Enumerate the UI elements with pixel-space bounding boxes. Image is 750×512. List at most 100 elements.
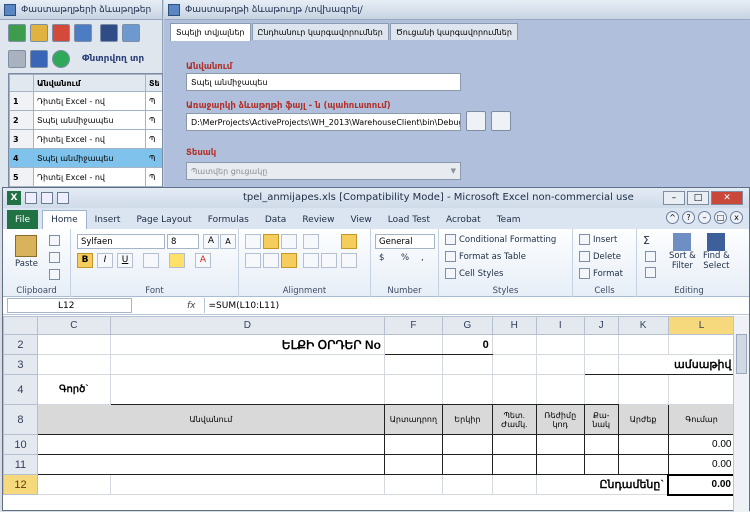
- total-label-cell[interactable]: Ընդամենը`: [535, 474, 669, 495]
- font-size-select[interactable]: 8: [167, 234, 199, 249]
- cell[interactable]: [535, 334, 585, 355]
- align-top-icon[interactable]: [245, 234, 261, 249]
- cut-icon[interactable]: [49, 235, 60, 246]
- maximize-icon[interactable]: □: [687, 191, 709, 205]
- path-input[interactable]: D:\MerProjects\ActiveProjects\WH_2013\Wa…: [186, 113, 461, 131]
- header-mode-cell[interactable]: Ռեժիմը կոդ: [535, 404, 585, 435]
- row-header[interactable]: 4: [3, 374, 38, 405]
- align-center-icon[interactable]: [263, 253, 279, 268]
- column-header[interactable]: C: [36, 316, 111, 335]
- cell[interactable]: [441, 354, 493, 375]
- cell[interactable]: [667, 374, 736, 405]
- cell[interactable]: [491, 354, 537, 375]
- bold-button[interactable]: B: [77, 253, 93, 268]
- insert-cells-button[interactable]: Insert: [579, 234, 617, 245]
- cell[interactable]: [383, 454, 443, 475]
- number-format-select[interactable]: General: [375, 234, 435, 249]
- header-term-cell[interactable]: Պետ. Ժամկ.: [491, 404, 537, 435]
- underline-button[interactable]: U: [117, 253, 133, 268]
- header-amount-cell[interactable]: Գումար: [667, 404, 736, 435]
- decrease-indent-icon[interactable]: [303, 253, 319, 268]
- row-header[interactable]: 8: [3, 404, 38, 435]
- tab-file[interactable]: File: [7, 210, 39, 229]
- table-row[interactable]: 3 Դիտել Excel - ով Պ: [9, 129, 162, 149]
- type-select[interactable]: Պատվեր ցուցակը ▼: [186, 162, 461, 180]
- save-icon[interactable]: [100, 24, 118, 42]
- fx-icon[interactable]: fx: [187, 301, 196, 311]
- restore-icon[interactable]: □: [714, 211, 727, 224]
- cell[interactable]: [383, 474, 443, 495]
- header-country-cell[interactable]: Երկիր: [441, 404, 493, 435]
- add-icon[interactable]: [8, 24, 26, 42]
- tab-home[interactable]: Home: [42, 210, 87, 229]
- shrink-font-icon[interactable]: A: [220, 234, 236, 249]
- cell[interactable]: [491, 454, 537, 475]
- vertical-scrollbar[interactable]: [733, 316, 749, 512]
- cell[interactable]: [36, 454, 385, 475]
- order-number-cell[interactable]: 0: [441, 334, 493, 355]
- total-cell-selected[interactable]: 0.00: [667, 473, 736, 496]
- currency-button[interactable]: $: [379, 253, 384, 263]
- close-icon[interactable]: x: [730, 211, 743, 224]
- cell[interactable]: [36, 334, 111, 355]
- cell[interactable]: [36, 434, 385, 455]
- format-as-table-button[interactable]: Format as Table: [445, 251, 526, 262]
- header-producer-cell[interactable]: Արտադրող: [383, 404, 443, 435]
- select-all[interactable]: [3, 316, 38, 335]
- wrap-text-icon[interactable]: [341, 234, 357, 249]
- fill-color-icon[interactable]: [169, 253, 185, 268]
- cell[interactable]: [383, 354, 443, 375]
- row-header[interactable]: 10: [3, 434, 38, 455]
- edit-icon[interactable]: [30, 24, 48, 42]
- font-color-icon[interactable]: A: [195, 253, 211, 268]
- column-header[interactable]: G: [441, 316, 493, 335]
- column-header[interactable]: F: [383, 316, 443, 335]
- order-title-cell[interactable]: ԵԼՔԻ ՕՐԴԵՐ No: [109, 334, 385, 355]
- merge-center-icon[interactable]: [341, 253, 357, 268]
- align-right-icon[interactable]: [281, 253, 297, 268]
- grow-font-icon[interactable]: A: [203, 234, 219, 249]
- align-left-icon[interactable]: [245, 253, 261, 268]
- redo-icon[interactable]: [57, 192, 69, 204]
- row-header-selected[interactable]: 12: [3, 474, 38, 495]
- table-row[interactable]: 1 Դիտել Excel - ով Պ: [9, 91, 162, 111]
- copy-icon[interactable]: [74, 24, 92, 42]
- header-name-cell[interactable]: Անվանում: [36, 404, 385, 435]
- tab-print-data[interactable]: Տպելի տվյալներ: [170, 23, 251, 41]
- cell[interactable]: [535, 434, 585, 455]
- cell[interactable]: [383, 434, 443, 455]
- delete-icon[interactable]: [52, 24, 70, 42]
- name-input[interactable]: Տպել անմիջապես: [186, 73, 461, 91]
- comma-button[interactable]: ,: [421, 253, 424, 263]
- refresh-icon[interactable]: [52, 50, 70, 68]
- cell-styles-button[interactable]: Cell Styles: [445, 268, 503, 279]
- delete-cells-button[interactable]: Delete: [579, 251, 621, 262]
- copy-icon[interactable]: [49, 252, 60, 263]
- tab-insert[interactable]: Insert: [87, 210, 129, 229]
- cell[interactable]: [491, 434, 537, 455]
- cell[interactable]: [491, 474, 537, 495]
- cell[interactable]: [583, 454, 619, 475]
- cell[interactable]: [36, 474, 111, 495]
- excel-export-icon[interactable]: [30, 50, 48, 68]
- row-header[interactable]: 3: [3, 354, 38, 375]
- grid-header-type[interactable]: Տե: [145, 74, 162, 92]
- tab-page-layout[interactable]: Page Layout: [128, 210, 199, 229]
- conditional-formatting-button[interactable]: Conditional Formatting: [445, 234, 556, 245]
- cell[interactable]: [441, 374, 493, 405]
- row-header[interactable]: 2: [3, 334, 38, 355]
- formula-input[interactable]: =SUM(L10:L11): [203, 298, 279, 313]
- cell[interactable]: [617, 454, 669, 475]
- column-header[interactable]: D: [109, 316, 385, 335]
- column-header[interactable]: K: [617, 316, 669, 335]
- table-row-selected[interactable]: 4 Տպել անմիջապես Պ: [9, 148, 162, 168]
- cell[interactable]: [535, 354, 585, 375]
- tab-acrobat[interactable]: Acrobat: [438, 210, 489, 229]
- clear-icon[interactable]: [645, 267, 656, 278]
- close-icon[interactable]: ✕: [711, 191, 743, 205]
- percent-button[interactable]: %: [401, 253, 409, 263]
- cell[interactable]: [583, 354, 619, 375]
- align-bottom-icon[interactable]: [281, 234, 297, 249]
- cell[interactable]: [109, 374, 385, 405]
- cell[interactable]: [491, 374, 537, 405]
